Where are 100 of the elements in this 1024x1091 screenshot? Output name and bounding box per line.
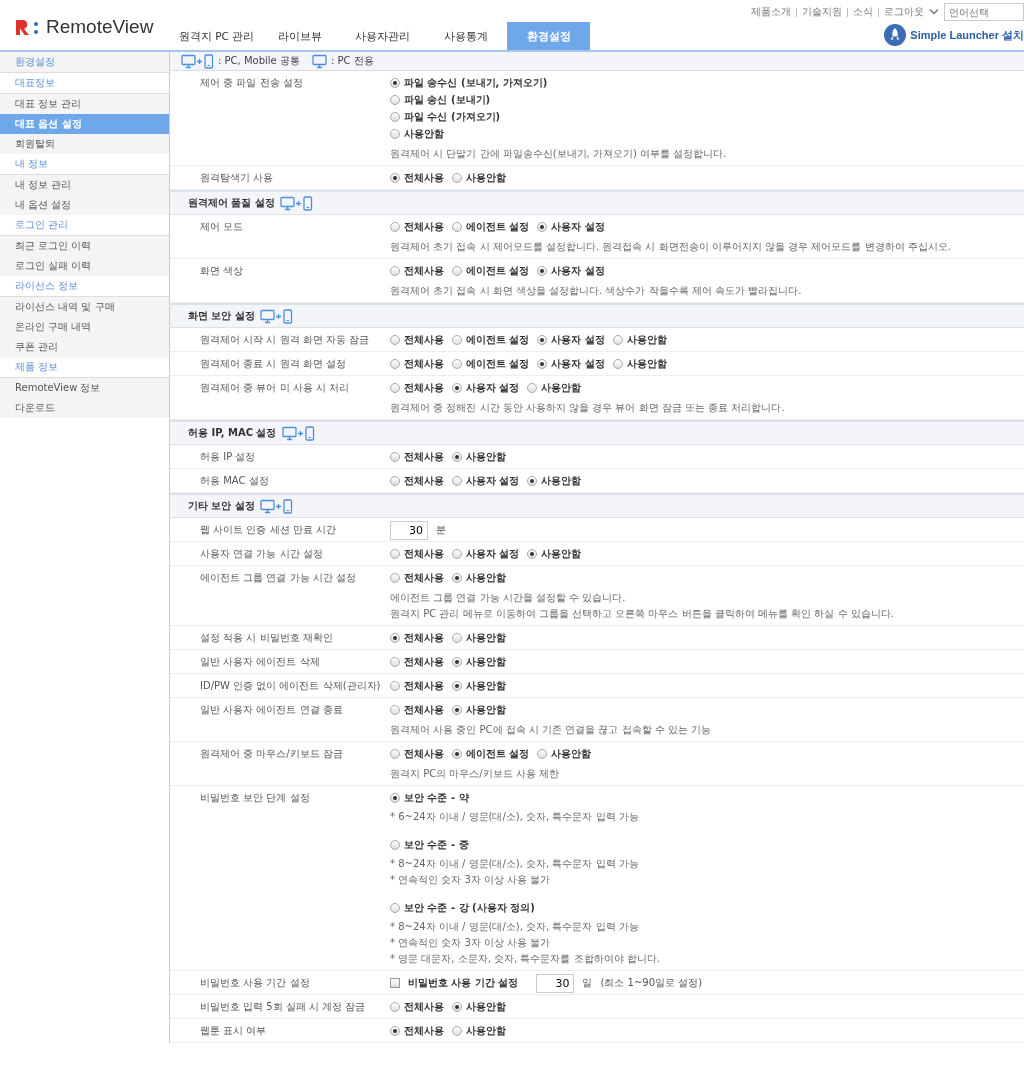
sidebar-item[interactable]: RemoteView 정보 [0, 378, 169, 398]
option-label: 전체사용 [404, 547, 444, 561]
radio-button[interactable] [390, 749, 400, 759]
radio-button[interactable] [537, 266, 548, 276]
radio-button[interactable] [390, 903, 400, 913]
radio-button[interactable] [452, 1026, 462, 1036]
option-label: 에이전트 설정 [466, 333, 530, 347]
radio-button[interactable] [390, 549, 400, 559]
option-label: 에이전트 설정 [466, 264, 530, 278]
radio-button[interactable] [452, 549, 462, 559]
radio-button[interactable] [390, 476, 400, 486]
radio-button[interactable] [452, 681, 462, 691]
option-label: 사용안함 [551, 747, 592, 761]
setting-label: 웹 사이트 인증 세션 만료 시간 [199, 523, 337, 537]
radio-button[interactable] [452, 359, 462, 369]
radio-button[interactable] [390, 173, 400, 183]
radio-button[interactable] [390, 112, 400, 122]
radio-button[interactable] [452, 657, 462, 667]
sidebar-item[interactable]: 내 정보 관리 [0, 175, 169, 195]
help-text: 에이전트 그룹 연결 가능 시간을 설정할 수 있습니다. [390, 591, 627, 605]
number-field[interactable]: 30 [390, 520, 428, 540]
number-field[interactable]: 30 [536, 973, 575, 993]
radio-button[interactable] [612, 359, 623, 369]
sidebar-item[interactable]: 내 옵션 설정 [0, 195, 169, 215]
radio-button[interactable] [452, 383, 462, 393]
radio-button[interactable] [452, 749, 462, 759]
radio-button[interactable] [612, 335, 623, 345]
radio-button[interactable] [390, 840, 400, 850]
setting-label: 제어 중 파일 전송 설정 [199, 76, 304, 90]
radio-button[interactable] [537, 222, 548, 232]
radio-button[interactable] [390, 95, 400, 105]
radio-button[interactable] [452, 266, 462, 276]
radio-button[interactable] [390, 266, 400, 276]
radio-button[interactable] [390, 335, 400, 345]
radio-button[interactable] [390, 793, 400, 803]
option-label: 파일 송신 (보내기) [404, 93, 491, 107]
radio-button[interactable] [527, 476, 538, 486]
nav-tab[interactable]: 사용자관리 [341, 22, 424, 50]
sidebar-item[interactable]: 로그인 실패 이력 [0, 256, 169, 276]
radio-button[interactable] [452, 705, 462, 715]
radio-button[interactable] [527, 383, 538, 393]
nav-tab[interactable]: 라이브뷰 [258, 22, 341, 50]
setting-label: 원격탐색기 사용 [199, 171, 275, 185]
radio-button[interactable] [537, 335, 548, 345]
radio-button[interactable] [452, 633, 462, 643]
radio-button[interactable] [390, 129, 400, 139]
option-label: 사용자 설정 [551, 220, 605, 234]
sidebar-item[interactable]: 다운로드 [0, 398, 169, 418]
top-link[interactable]: 제품소개 [751, 5, 791, 19]
sidebar-item[interactable]: 쿠폰 관리 [0, 337, 169, 357]
option-label: 전체사용 [404, 333, 444, 347]
radio-button[interactable] [452, 222, 462, 232]
language-field[interactable]: 언어선택 [944, 3, 1024, 21]
option-label: 사용안함 [466, 655, 506, 669]
radio-button[interactable] [452, 476, 462, 486]
radio-button[interactable] [390, 573, 400, 583]
radio-button[interactable] [390, 657, 400, 667]
sidebar-item[interactable]: 최근 로그인 이력 [0, 236, 169, 256]
sidebar-item[interactable]: 회원탈퇴 [0, 134, 169, 154]
radio-button[interactable] [390, 452, 400, 462]
pc-mobile-icon [281, 425, 315, 441]
option-label: 사용안함 [466, 1000, 506, 1014]
radio-button[interactable] [537, 749, 548, 759]
option-label: 전체사용 [404, 655, 444, 669]
radio-button[interactable] [452, 573, 462, 583]
radio-button[interactable] [537, 359, 548, 369]
radio-button[interactable] [452, 173, 462, 183]
option-label: 보안 수준 - 강 (사용자 정의) [404, 901, 535, 915]
radio-button[interactable] [527, 549, 538, 559]
radio-button[interactable] [390, 383, 400, 393]
launcher-link[interactable]: Simple Launcher 설치 [910, 27, 1024, 43]
sidebar-item[interactable]: 온라인 구매 내역 [0, 317, 169, 337]
radio-button[interactable] [390, 222, 400, 232]
option-label: 전체사용 [404, 264, 444, 278]
pc-mobile-icon [181, 53, 214, 69]
top-link[interactable]: 소식 [853, 5, 873, 19]
radio-button[interactable] [390, 681, 400, 691]
sidebar-item[interactable]: 대표 정보 관리 [0, 94, 169, 114]
radio-button[interactable] [452, 452, 462, 462]
option-label: 파일 수신 (가져오기) [404, 110, 501, 124]
option-label: 사용자 설정 [466, 381, 520, 395]
nav-tab[interactable]: 원격지 PC 관리 [175, 22, 258, 50]
help-text: * 영문 대문자, 소문자, 숫자, 특수문자를 조합하여야 합니다. [390, 952, 661, 966]
top-link[interactable]: 기술지원 [802, 5, 842, 19]
top-link[interactable]: 로그아웃 [884, 5, 924, 19]
radio-button[interactable] [390, 633, 400, 643]
option-label: 사용안함 [466, 703, 506, 717]
nav-tab[interactable]: 사용통계 [424, 22, 507, 50]
checkbox[interactable] [390, 978, 400, 988]
radio-button[interactable] [452, 1002, 462, 1012]
radio-button[interactable] [390, 78, 400, 88]
radio-button[interactable] [452, 335, 462, 345]
radio-button[interactable] [390, 1026, 400, 1036]
option-label: 전체사용 [404, 631, 444, 645]
section-title: 기타 보안 설정 [188, 499, 255, 513]
radio-button[interactable] [390, 359, 400, 369]
radio-button[interactable] [390, 1002, 400, 1012]
radio-button[interactable] [390, 705, 400, 715]
sidebar-item[interactable]: 라이선스 내역 및 구매 [0, 297, 169, 317]
setting-label: 일반 사용자 에이전트 삭제 [199, 655, 321, 669]
